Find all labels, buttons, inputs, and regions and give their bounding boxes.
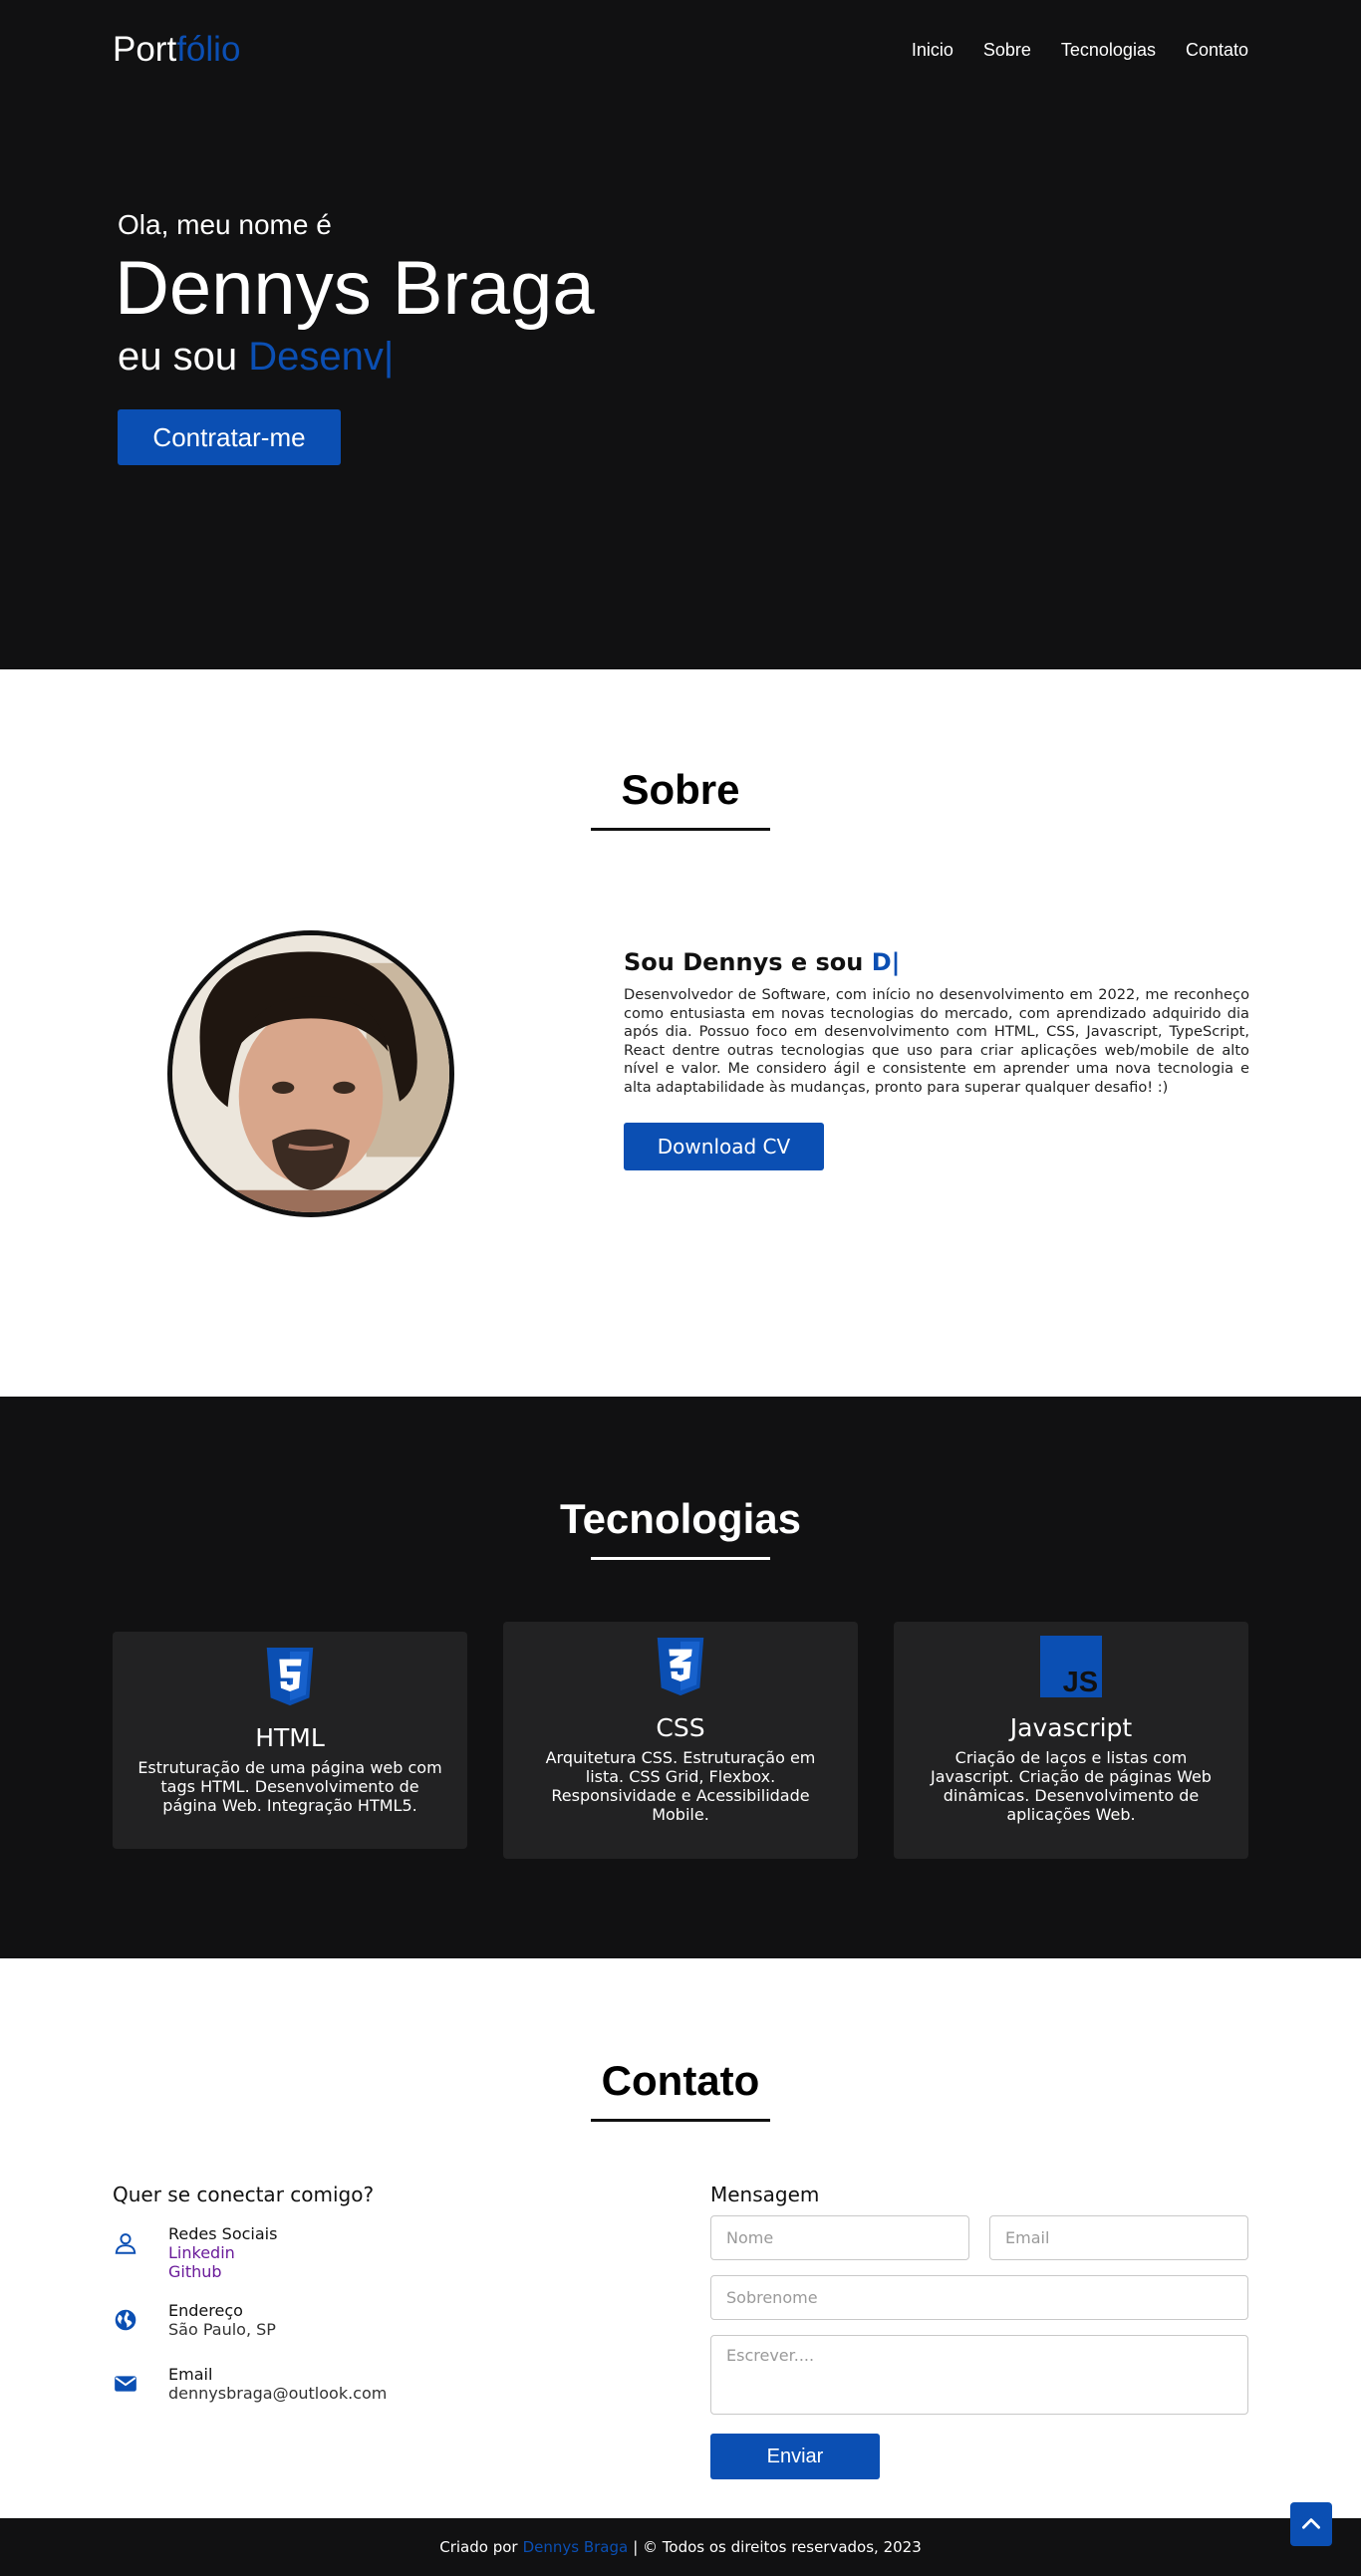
tech-card-title: Javascript xyxy=(1009,1713,1133,1742)
nav-item-inicio[interactable]: Inicio xyxy=(912,40,953,61)
top-navbar: Portfólio Inicio Sobre Tecnologias Conta… xyxy=(0,0,1361,100)
about-title-underline xyxy=(591,828,770,831)
tech-card-title: HTML xyxy=(255,1723,325,1752)
message-textarea[interactable] xyxy=(710,2335,1248,2415)
tech-card-description: Arquitetura CSS. Estruturação em lista. … xyxy=(545,1748,816,1824)
contact-info: Quer se conectar comigo? Redes Sociais L… xyxy=(113,2183,671,2403)
email-label: Email xyxy=(168,2365,213,2384)
social-label: Redes Sociais xyxy=(168,2224,278,2243)
nav-item-contato[interactable]: Contato xyxy=(1186,40,1248,61)
nome-input[interactable] xyxy=(710,2215,969,2260)
contact-social: Redes Sociais Linkedin Github xyxy=(113,2224,671,2281)
technologies-title-underline xyxy=(591,1557,770,1560)
contact-email: Email dennysbraga@outlook.com xyxy=(113,2365,671,2403)
name-email-row xyxy=(710,2215,1248,2260)
user-icon xyxy=(113,2230,138,2256)
hero-name: Dennys Braga xyxy=(115,246,595,331)
about-heading-prefix: Sou Dennys e sou xyxy=(624,948,864,976)
tech-card-html: HTML Estruturação de uma página web com … xyxy=(113,1632,467,1849)
hero-role-typed: Desenv| xyxy=(248,335,395,379)
footer: Criado por Dennys Braga | © Todos os dir… xyxy=(0,2518,1361,2576)
technologies-title: Tecnologias xyxy=(560,1495,801,1542)
hero-role-prefix: eu sou xyxy=(118,335,238,379)
message-form-title: Mensagem xyxy=(710,2183,820,2206)
address-value: São Paulo, SP xyxy=(168,2320,276,2339)
technologies-section: Tecnologias HTML Estruturação de uma pág… xyxy=(0,1397,1361,1958)
svg-text:JS: JS xyxy=(1063,1667,1099,1697)
about-text-block: Sou Dennys e sou D| Desenvolvedor de Sof… xyxy=(624,948,1249,1170)
hire-me-button[interactable]: Contratar-me xyxy=(118,409,341,465)
logo-accent: fólio xyxy=(176,30,241,69)
css3-icon xyxy=(650,1636,711,1697)
hero-role: eu sou Desenv| xyxy=(118,335,595,380)
footer-suffix: | © Todos os direitos reservados, 2023 xyxy=(633,2538,922,2556)
hero-content: Ola, meu nome é Dennys Braga eu sou Dese… xyxy=(115,209,595,465)
nav-item-tecnologias[interactable]: Tecnologias xyxy=(1061,40,1156,61)
contact-question: Quer se conectar comigo? xyxy=(113,2183,375,2206)
footer-author-link[interactable]: Dennys Braga xyxy=(523,2538,629,2556)
github-link[interactable]: Github xyxy=(168,2262,277,2281)
contact-section: Contato Quer se conectar comigo? Redes S… xyxy=(0,1958,1361,2518)
profile-photo xyxy=(172,935,449,1212)
chevron-up-icon xyxy=(1302,2518,1320,2529)
email-value: dennysbraga@outlook.com xyxy=(168,2384,388,2403)
contact-form: Mensagem Enviar xyxy=(710,2183,1248,2479)
sobrenome-input[interactable] xyxy=(710,2275,1248,2320)
contact-address: Endereço São Paulo, SP xyxy=(113,2301,671,2339)
tech-card-description: Estruturação de uma página web com tags … xyxy=(137,1758,442,1815)
download-cv-button[interactable]: Download CV xyxy=(624,1123,824,1170)
site-logo[interactable]: Portfólio xyxy=(113,30,240,70)
tech-card-javascript: JS Javascript Criação de laços e listas … xyxy=(894,1622,1248,1859)
about-section: Sobre Sou Dennys e sou D| Desenvolvedor … xyxy=(0,669,1361,1397)
back-to-top-button[interactable] xyxy=(1290,2502,1332,2546)
javascript-icon: JS xyxy=(1040,1636,1102,1698)
profile-photo-frame xyxy=(167,930,454,1217)
send-button[interactable]: Enviar xyxy=(710,2434,880,2479)
nav-links: Inicio Sobre Tecnologias Contato xyxy=(912,40,1248,61)
about-description: Desenvolvedor de Software, com início no… xyxy=(624,986,1249,1096)
email-input[interactable] xyxy=(989,2215,1248,2260)
linkedin-link[interactable]: Linkedin xyxy=(168,2243,277,2262)
about-heading-typed: D| xyxy=(871,948,901,976)
logo-prefix: Port xyxy=(113,30,177,69)
tech-card-css: CSS Arquitetura CSS. Estruturação em lis… xyxy=(503,1622,858,1859)
globe-icon xyxy=(113,2307,138,2333)
footer-prefix: Criado por xyxy=(439,2538,518,2556)
hero-section: Ola, meu nome é Dennys Braga eu sou Dese… xyxy=(0,0,1361,669)
profile-photo-illustration xyxy=(172,935,449,1212)
html5-icon xyxy=(259,1646,321,1707)
about-title: Sobre xyxy=(621,766,740,813)
mail-icon xyxy=(113,2371,138,2397)
about-heading: Sou Dennys e sou D| xyxy=(624,948,1249,976)
tech-card-title: CSS xyxy=(656,1713,705,1742)
hero-greeting: Ola, meu nome é xyxy=(118,209,332,240)
address-label: Endereço xyxy=(168,2301,243,2320)
tech-card-description: Criação de laços e listas com Javascript… xyxy=(931,1748,1212,1824)
contact-title: Contato xyxy=(601,2057,760,2104)
contact-title-underline xyxy=(591,2119,770,2122)
nav-item-sobre[interactable]: Sobre xyxy=(983,40,1031,61)
